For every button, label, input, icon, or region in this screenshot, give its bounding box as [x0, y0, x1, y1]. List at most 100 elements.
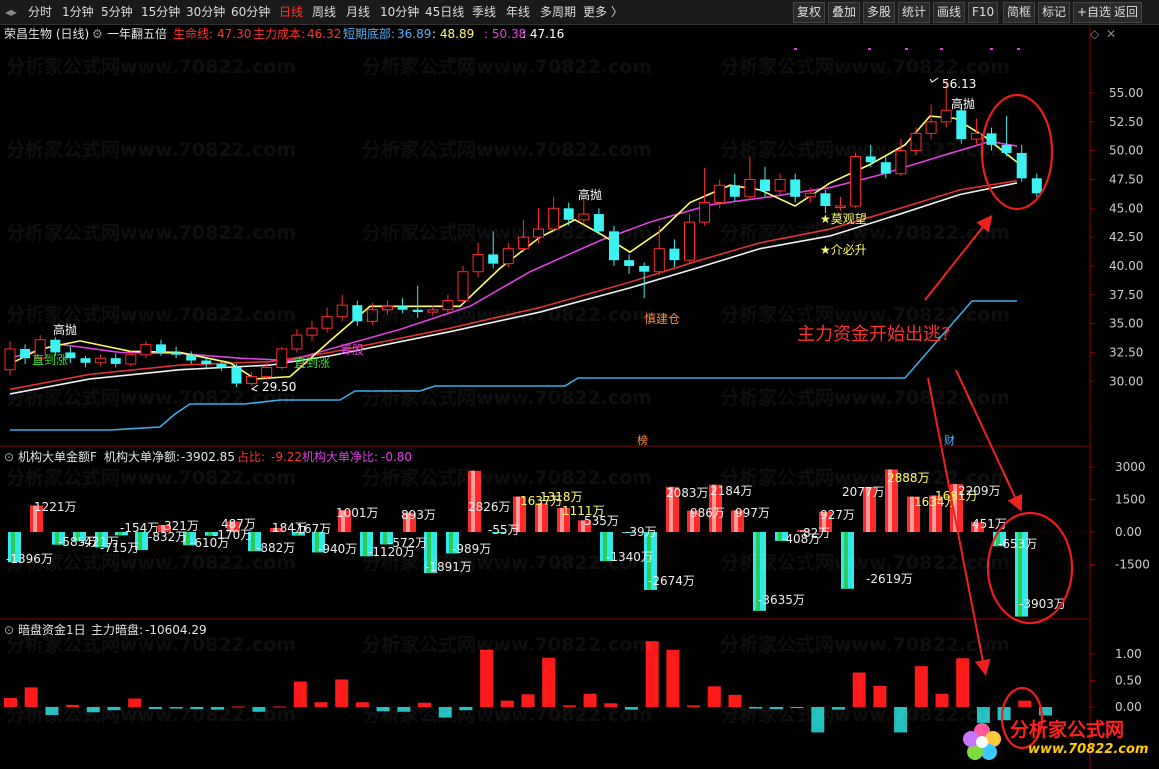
candle-body-up [744, 178, 756, 198]
watermark-text: 分析家公式网www.70822.com [362, 387, 653, 409]
candle-body-down [639, 265, 650, 272]
toolbar-nav-icon[interactable]: ◂▸ [5, 3, 17, 21]
dark-bar-positive [1018, 700, 1032, 707]
dark-axis-label: 0.50 [1115, 674, 1142, 688]
net-value-label: -2674万 [648, 574, 695, 588]
candle-body-up [653, 248, 665, 273]
short-bottom-value: 36.89 [397, 27, 432, 41]
settings-icon[interactable]: ⚙ [92, 25, 103, 43]
panel-diamond-icon[interactable]: ◇ [1090, 25, 1099, 43]
candle-body-up [95, 357, 107, 364]
toolbar-button-2[interactable]: 多股 [863, 2, 896, 23]
panel3-title-bar: ⊙ 暗盘资金1日 主力暗盘: -10604.29 [0, 622, 1090, 638]
toolbar-button-0[interactable]: 复权 [793, 2, 826, 23]
watermark-text: 分析家公式网www.70822.com [362, 139, 653, 161]
net-value-label: -55万 [488, 523, 520, 537]
toolbar-button-9[interactable]: 返回 [1110, 2, 1143, 23]
watermark-text: 分析家公式网www.70822.com [6, 222, 297, 244]
timeframe-1[interactable]: 1分钟 [62, 3, 94, 21]
candle-body-down [729, 185, 740, 197]
net-axis-label: -1500 [1115, 558, 1150, 572]
dark-bar-positive [707, 686, 721, 707]
candle-body-up [276, 348, 288, 368]
timeframe-11[interactable]: 季线 [472, 3, 496, 21]
timeframe-12[interactable]: 年线 [506, 3, 530, 21]
candle-body-down [201, 360, 212, 364]
candle-body-up [321, 316, 333, 329]
timeframe-5[interactable]: 60分钟 [231, 3, 270, 21]
watermark-text: 分析家公式网www.70822.com [6, 467, 297, 489]
panel3-label: 主力暗盘: [91, 623, 144, 637]
candle-body-up [925, 121, 937, 134]
price-axis-label: 35.00 [1109, 317, 1143, 331]
net-value-label: 535万 [584, 514, 619, 528]
net-bar-highlight [383, 532, 387, 545]
panel3-toggle-icon[interactable]: ⊙ [4, 622, 14, 638]
short-bottom-label: 短期底部: [343, 27, 396, 41]
candle-body-up [940, 109, 952, 123]
panel-close-icon[interactable]: ✕ [1106, 25, 1116, 43]
site-logo-name: 分析家公式网 [1010, 719, 1125, 741]
timeframe-7[interactable]: 周线 [312, 3, 336, 21]
ma-magenta-value: : 50.38 [484, 27, 527, 41]
candle-body-down [231, 367, 242, 384]
toolbar-button-6[interactable]: 简框 [1003, 2, 1036, 23]
timeframe-14[interactable]: 更多 〉 [583, 3, 623, 21]
timeframe-0[interactable]: 分时 [28, 3, 52, 21]
timeframe-4[interactable]: 30分钟 [186, 3, 225, 21]
price-axis-label: 45.00 [1109, 201, 1143, 215]
candle-body-up [336, 304, 348, 318]
panel2-toggle-icon[interactable]: ⊙ [4, 449, 14, 465]
toolbar-button-7[interactable]: 标记 [1038, 2, 1071, 23]
candle-body-up [261, 366, 273, 378]
candle-body-down [20, 348, 31, 359]
candle-body-up [291, 334, 303, 350]
indicator-name[interactable]: 一年翻五倍 [107, 25, 167, 43]
timeframe-13[interactable]: 多周期 [540, 3, 576, 21]
toolbar-button-1[interactable]: 叠加 [828, 2, 861, 23]
watermark-text: 分析家公式网www.70822.com [720, 139, 1011, 161]
candle-body-up [4, 348, 16, 371]
watermark-text: 分析家公式网www.70822.com [720, 387, 1011, 409]
net-value-label: 321万 [164, 519, 199, 533]
net-value-label: 1221万 [34, 500, 77, 514]
main-indicator-info: 荣昌生物 (日线) ⚙ 一年翻五倍 生命线: 47.30 主力成本: 46.32… [0, 25, 1159, 43]
candle-body-down [1016, 152, 1027, 179]
watermark-text: 分析家公式网www.70822.com [362, 704, 653, 726]
event-cai-badge[interactable]: 财 [944, 432, 955, 448]
panel2-title[interactable]: 机构大单金额F [18, 449, 97, 465]
toolbar-button-3[interactable]: 统计 [898, 2, 931, 23]
life-line-label: 生命线: [173, 27, 214, 41]
net-value-label: 997万 [735, 506, 770, 520]
watermark-text: 分析家公式网www.70822.com [362, 222, 653, 244]
panel3-title[interactable]: 暗盘资金1日 [18, 622, 86, 638]
candle-body-down [186, 354, 197, 361]
price-axis-label: 30.00 [1109, 374, 1143, 388]
price-axis-label: 47.50 [1109, 172, 1143, 186]
panel2-net-value: -3902.85 [181, 450, 235, 464]
candle-body-up [714, 184, 726, 204]
price-axis-label: 32.50 [1109, 345, 1143, 359]
signal-marker [905, 48, 908, 50]
watermark-text: 分析家公式网www.70822.com [720, 467, 1011, 489]
price-axis-label: 52.50 [1109, 115, 1143, 129]
net-value-label: 2826万 [468, 500, 511, 514]
candle-body-up [684, 221, 695, 261]
toolbar-button-5[interactable]: F10 [968, 2, 999, 23]
timeframe-3[interactable]: 15分钟 [141, 3, 180, 21]
timeframe-10[interactable]: 45日线 [425, 3, 464, 21]
toolbar-button-4[interactable]: 画线 [933, 2, 966, 23]
candle-body-down [669, 248, 680, 261]
timeframe-9[interactable]: 10分钟 [380, 3, 419, 21]
price-axis-label: 55.00 [1109, 86, 1143, 100]
candle-body-down [760, 179, 770, 192]
toolbar-button-8[interactable]: +自选 [1073, 2, 1116, 23]
event-bang-badge[interactable]: 榜 [637, 432, 648, 448]
timeframe-6[interactable]: 日线 [279, 3, 303, 21]
watermark-text: 分析家公式网www.70822.com [362, 552, 653, 574]
timeframe-2[interactable]: 5分钟 [101, 3, 133, 21]
main-cost-label: 主力成本: [253, 27, 306, 41]
candle-body-down [880, 162, 891, 174]
timeframe-8[interactable]: 月线 [346, 3, 370, 21]
watermark-text: 分析家公式网www.70822.com [720, 56, 1011, 78]
